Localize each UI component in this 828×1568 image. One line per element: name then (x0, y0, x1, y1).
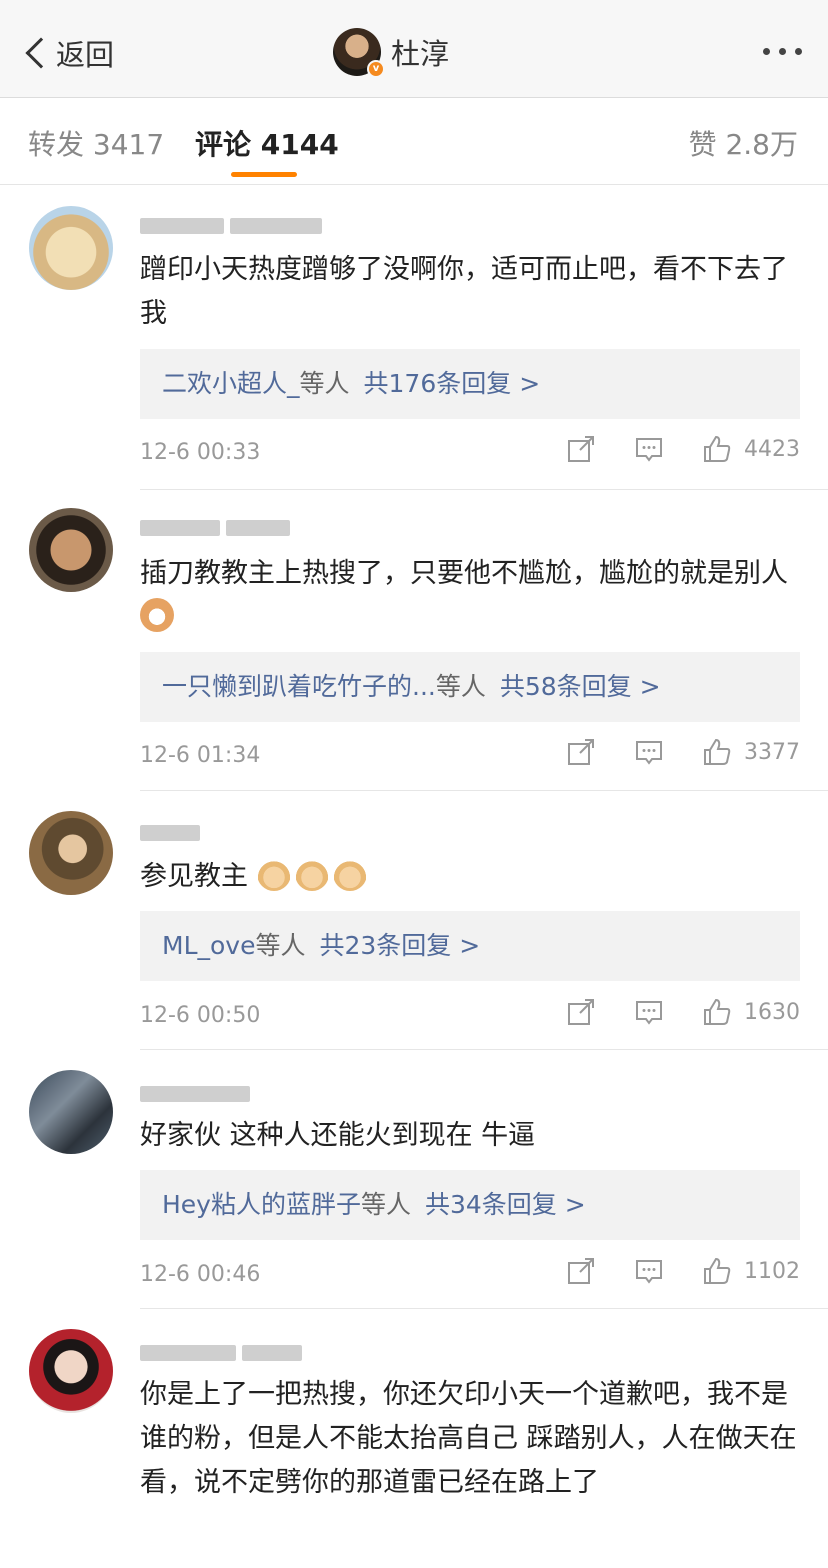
comment-time: 12-6 01:34 (140, 743, 261, 768)
reply-count[interactable]: 共23条回复 > (320, 931, 481, 960)
author-header[interactable]: v 杜淳 (333, 28, 449, 78)
username-redacted[interactable] (140, 208, 322, 234)
like-icon[interactable] (702, 434, 732, 464)
avatar[interactable] (29, 206, 113, 290)
divider (140, 1308, 828, 1309)
pray-hands-emoji-icon (294, 857, 329, 891)
reply-summary[interactable]: Hey粘人的蓝胖子等人 共34条回复 > (140, 1170, 800, 1240)
author-avatar[interactable]: v (333, 28, 385, 78)
top-nav-bar: 返回 v 杜淳 (0, 0, 828, 98)
back-button[interactable]: 返回 (22, 30, 114, 76)
comment-text: 你是上了一把热搜，你还欠印小天一个道歉吧，我不是谁的粉，但是人不能太抬高自己 踩… (140, 1379, 797, 1498)
comment-actions: 3377 (528, 737, 800, 767)
cat-emoji-icon (140, 598, 174, 632)
divider (140, 489, 828, 490)
username-redacted[interactable] (140, 1335, 302, 1361)
like-count: 1102 (744, 1258, 800, 1284)
comment-meta: 12-6 00:50 1630 (140, 997, 800, 1037)
comment-text-content: 插刀教教主上热搜了，只要他不尴尬，尴尬的就是别人 (140, 558, 788, 589)
comment-text-content: 参见教主 (140, 861, 248, 892)
like-icon[interactable] (702, 1256, 732, 1286)
comment-text: 好家伙 这种人还能火到现在 牛逼 (140, 1120, 536, 1151)
reply-users[interactable]: 一只懒到趴着吃竹子的... (162, 672, 436, 701)
reply-count[interactable]: 共176条回复 > (364, 369, 541, 398)
tab-repost[interactable]: 转发 3417 (28, 123, 164, 163)
reply-users[interactable]: ML_ove (162, 931, 255, 960)
reply-etc: 等人 (255, 931, 306, 960)
reply-users[interactable]: 二欢小超人_ (162, 369, 300, 398)
back-label: 返回 (56, 38, 115, 72)
comment-text: 参见教主 (140, 855, 800, 899)
like-icon[interactable] (702, 737, 732, 767)
reply-summary[interactable]: 二欢小超人_等人 共176条回复 > (140, 349, 800, 419)
comment-meta: 12-6 01:34 3377 (140, 737, 800, 777)
back-chevron-icon (25, 37, 57, 69)
share-icon[interactable] (566, 997, 596, 1027)
comment-meta: 12-6 00:33 4423 (140, 434, 800, 474)
comment-text: 插刀教教主上热搜了，只要他不尴尬，尴尬的就是别人 (140, 552, 800, 640)
username-redacted[interactable] (140, 815, 200, 841)
verified-badge: v (367, 60, 385, 78)
share-icon[interactable] (566, 434, 596, 464)
comment-time: 12-6 00:46 (140, 1262, 261, 1287)
pray-hands-emoji-icon (332, 857, 367, 891)
share-icon[interactable] (566, 737, 596, 767)
reply-etc: 等人 (435, 672, 486, 701)
comment-actions: 1102 (528, 1256, 800, 1286)
comment-time: 12-6 00:33 (140, 440, 261, 465)
username-redacted[interactable] (140, 1076, 250, 1102)
comment-actions: 1630 (528, 997, 800, 1027)
reply-summary[interactable]: 一只懒到趴着吃竹子的...等人 共58条回复 > (140, 652, 800, 722)
avatar[interactable] (29, 508, 113, 592)
comment-icon[interactable] (634, 434, 664, 464)
author-name[interactable]: 杜淳 (391, 31, 449, 73)
avatar[interactable] (29, 811, 113, 895)
comment-icon[interactable] (634, 997, 664, 1027)
like-count: 3377 (744, 739, 800, 765)
comment-actions: 4423 (528, 434, 800, 464)
divider (140, 790, 828, 791)
comment-icon[interactable] (634, 1256, 664, 1286)
comment-icon[interactable] (634, 737, 664, 767)
avatar[interactable] (29, 1070, 113, 1154)
pray-hands-emoji-icon (256, 857, 291, 891)
tab-bar: 转发 3417 评论 4144 赞 2.8万 (0, 99, 828, 185)
tab-comment[interactable]: 评论 4144 (195, 123, 339, 163)
username-redacted[interactable] (140, 510, 290, 536)
tab-like[interactable]: 赞 2.8万 (689, 123, 798, 163)
reply-count[interactable]: 共58条回复 > (500, 672, 661, 701)
reply-summary[interactable]: ML_ove等人 共23条回复 > (140, 911, 800, 981)
like-count: 1630 (744, 999, 800, 1025)
divider (140, 1049, 828, 1050)
comment-time: 12-6 00:50 (140, 1003, 261, 1028)
more-icon[interactable] (763, 48, 802, 55)
comment-meta: 12-6 00:46 1102 (140, 1256, 800, 1296)
active-tab-indicator (231, 172, 297, 177)
comment-text: 蹭印小天热度蹭够了没啊你，适可而止吧，看不下去了我 (140, 254, 788, 329)
avatar[interactable] (29, 1329, 113, 1413)
reply-users[interactable]: Hey粘人的蓝胖子 (162, 1190, 361, 1219)
reply-etc: 等人 (299, 369, 350, 398)
share-icon[interactable] (566, 1256, 596, 1286)
reply-etc: 等人 (360, 1190, 411, 1219)
like-count: 4423 (744, 436, 800, 462)
reply-count[interactable]: 共34条回复 > (425, 1190, 586, 1219)
like-icon[interactable] (702, 997, 732, 1027)
